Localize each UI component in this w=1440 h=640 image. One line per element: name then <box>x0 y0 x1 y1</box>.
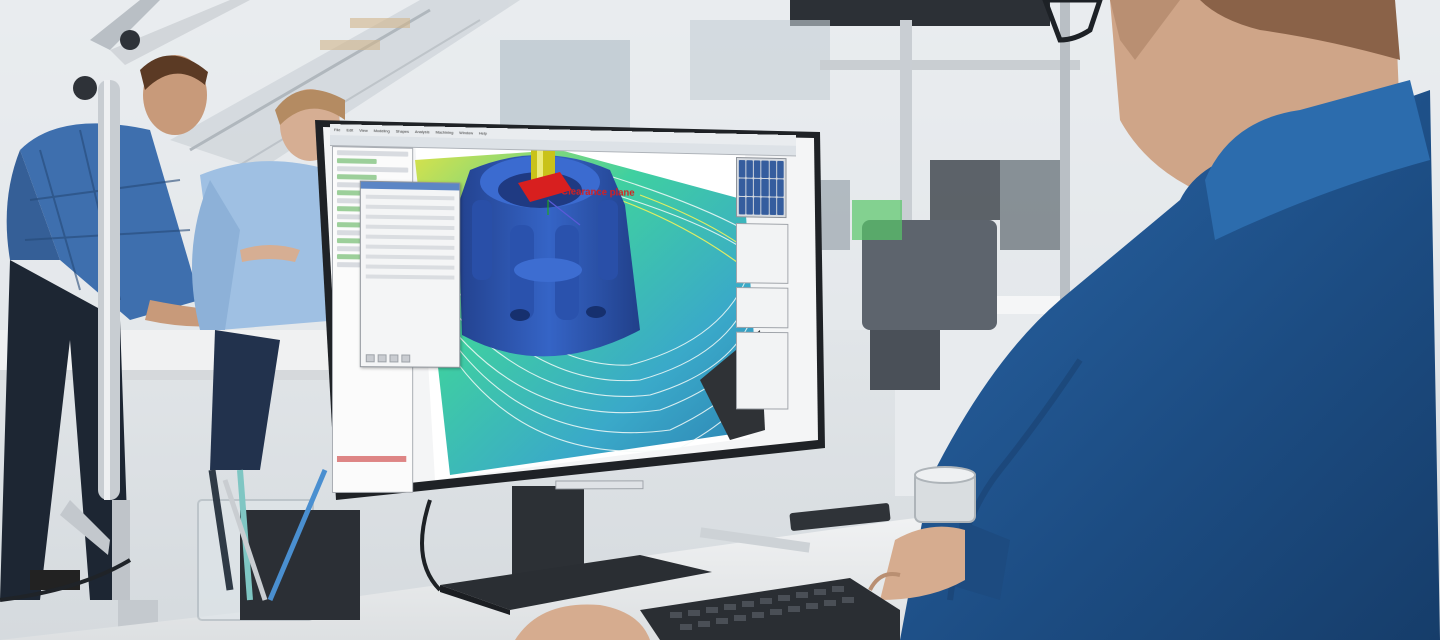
menu-item-view[interactable]: View <box>359 128 368 133</box>
tool-icon[interactable] <box>777 179 784 197</box>
tool-icon[interactable] <box>761 197 769 215</box>
menu-item-edit[interactable]: Edit <box>346 127 353 132</box>
menu-item-analysis[interactable]: Analysis <box>415 129 430 134</box>
dialog-help-button[interactable] <box>401 354 411 363</box>
tool-palette <box>736 157 787 219</box>
attributes-panel[interactable] <box>736 287 789 329</box>
dialog-apply-button[interactable] <box>389 354 399 363</box>
dialog-cancel-button[interactable] <box>377 354 387 363</box>
menu-item-file[interactable]: File <box>334 127 340 132</box>
tool-icon[interactable] <box>738 178 746 197</box>
tool-icon[interactable] <box>769 160 777 179</box>
tool-icon[interactable] <box>769 197 777 216</box>
operation-parameters-dialog[interactable] <box>359 180 461 368</box>
dialog-title-bar[interactable] <box>360 181 460 191</box>
properties-panels <box>736 223 789 413</box>
tool-icon[interactable] <box>761 178 769 197</box>
menu-item-shapes[interactable]: Shapes <box>396 129 409 134</box>
tool-icon[interactable] <box>738 196 746 215</box>
dialog-ok-button[interactable] <box>365 354 375 363</box>
menu-item-help[interactable]: Help <box>479 131 487 136</box>
tool-icon[interactable] <box>769 179 777 197</box>
layers-panel[interactable] <box>736 223 789 284</box>
dialog-buttons <box>365 354 411 363</box>
cad-software-window: File Edit View Modeling Shapes Analysis … <box>330 124 796 494</box>
tool-icon[interactable] <box>746 160 754 178</box>
clearance-plane-label: Clearance plane <box>561 186 635 199</box>
tool-icon[interactable] <box>746 178 754 197</box>
tool-icon[interactable] <box>754 160 761 178</box>
tool-icon[interactable] <box>761 160 769 179</box>
tool-icon[interactable] <box>777 160 784 179</box>
menu-item-window[interactable]: Window <box>459 130 473 135</box>
tool-icon[interactable] <box>777 197 784 216</box>
tool-icon[interactable] <box>754 178 761 197</box>
tree-selected-item[interactable] <box>336 455 407 462</box>
view-toolbar[interactable] <box>555 480 644 490</box>
menu-item-modeling[interactable]: Modeling <box>374 128 390 133</box>
tool-icon[interactable] <box>738 160 746 178</box>
menu-item-machining[interactable]: Machining <box>435 130 453 135</box>
tool-icon[interactable] <box>754 197 761 215</box>
tool-icon[interactable] <box>746 197 754 215</box>
operations-panel[interactable] <box>736 331 789 410</box>
